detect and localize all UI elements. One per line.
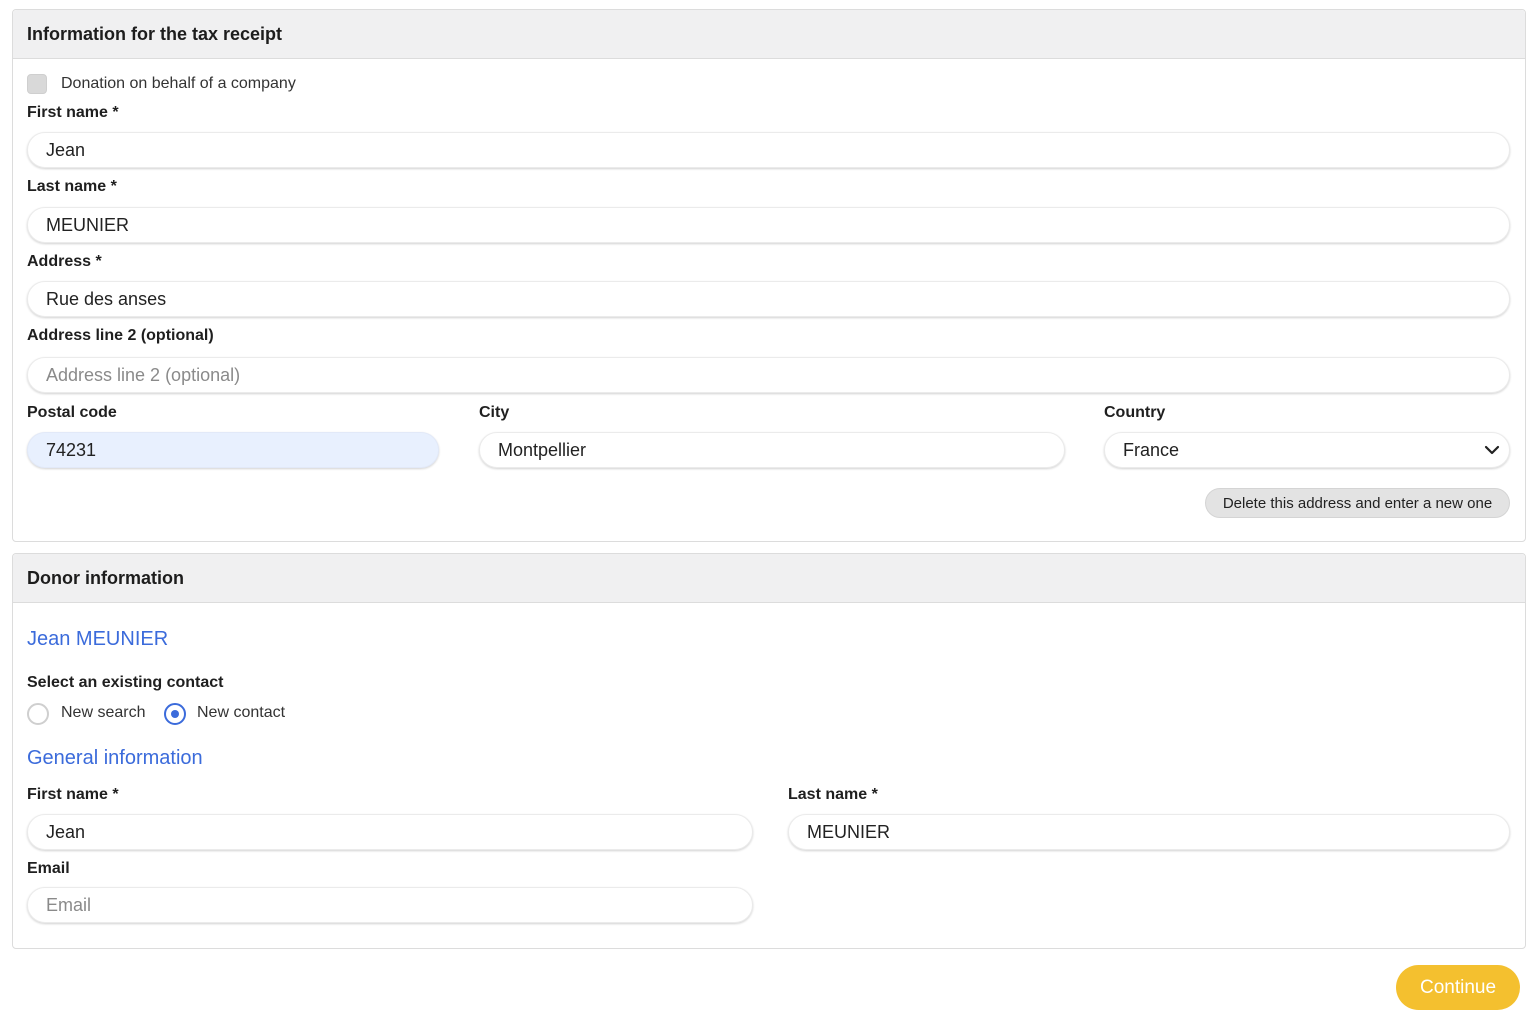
address2-input[interactable] [27,357,1510,393]
address-label: Address * [27,253,102,270]
continue-button[interactable]: Continue [1396,965,1520,1010]
donor-first-name-input[interactable] [27,814,753,850]
last-name-label: Last name * [27,178,117,195]
email-label: Email [27,860,70,877]
radio-new-contact-label[interactable]: New contact [197,704,285,722]
first-name-label: First name * [27,104,119,121]
donor-name: Jean MEUNIER [27,628,169,650]
radio-new-contact[interactable] [164,703,186,725]
address2-label: Address line 2 (optional) [27,327,214,344]
company-checkbox-label[interactable]: Donation on behalf of a company [61,75,296,93]
donor-last-name-label: Last name * [788,786,878,803]
select-contact-label: Select an existing contact [27,674,224,691]
general-info-title: General information [27,747,203,769]
radio-new-search[interactable] [27,703,49,725]
country-value-text: France [1123,439,1180,460]
address-input[interactable] [27,281,1510,317]
delete-address-button[interactable]: Delete this address and enter a new one [1205,488,1510,518]
last-name-input[interactable] [27,207,1510,243]
company-checkbox[interactable] [27,74,47,94]
tax-receipt-header: Information for the tax receipt [13,10,1525,59]
donor-first-name-label: First name * [27,786,119,803]
city-label: City [479,404,510,421]
postal-code-label: Postal code [27,404,117,421]
donor-last-name-input[interactable] [788,814,1510,850]
country-label: Country [1104,404,1166,421]
city-input[interactable] [479,432,1065,468]
radio-new-search-label[interactable]: New search [61,704,145,722]
postal-code-input[interactable] [27,432,439,468]
chevron-down-icon[interactable] [1484,442,1500,458]
country-select-value[interactable]: France [1104,432,1510,468]
first-name-input[interactable] [27,132,1510,168]
donor-header: Donor information [13,554,1525,603]
email-input[interactable] [27,887,753,923]
country-select[interactable]: France [1104,432,1510,468]
